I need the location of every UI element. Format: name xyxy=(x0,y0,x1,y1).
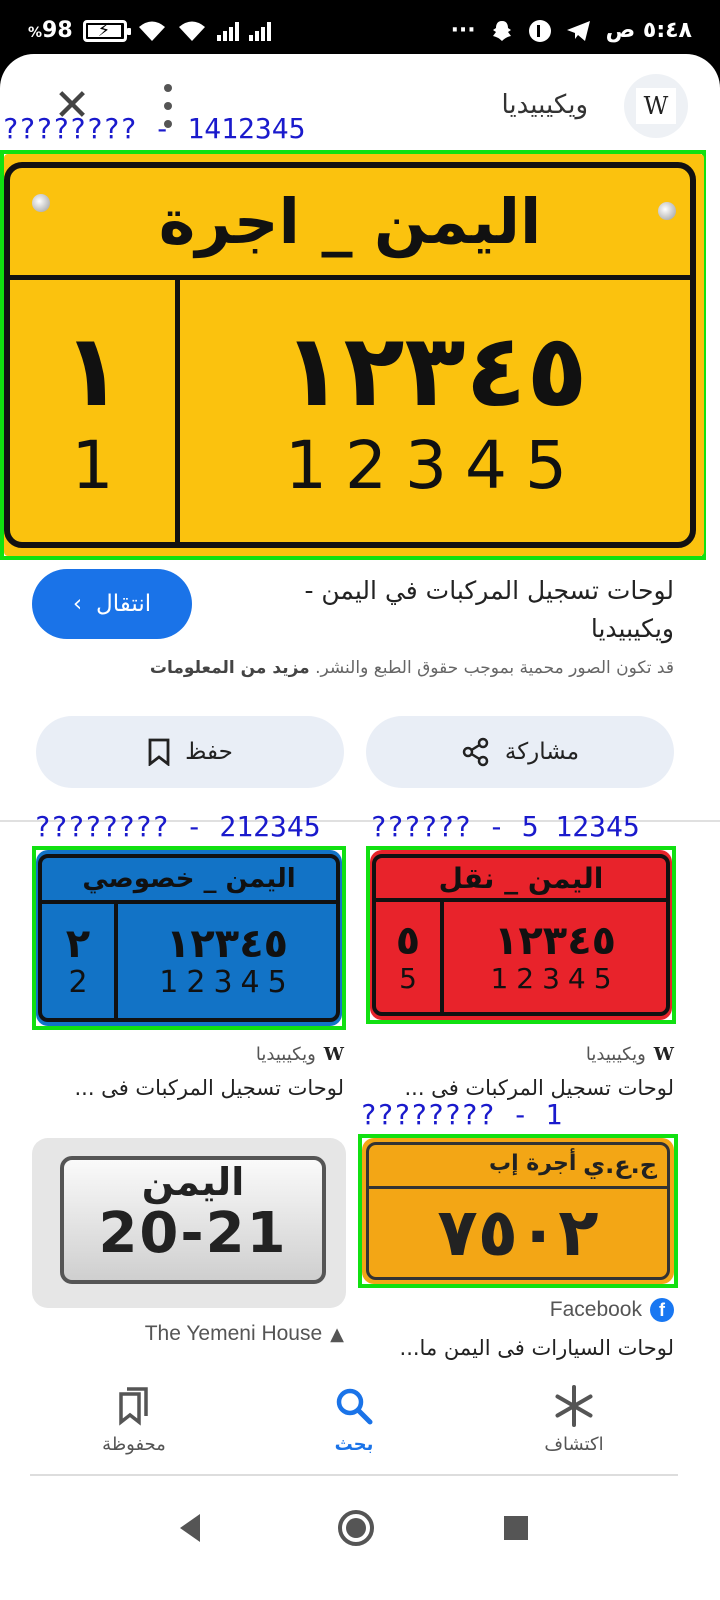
share-icon xyxy=(462,737,489,767)
saved-icon xyxy=(119,1387,148,1426)
signal-icon xyxy=(216,21,239,41)
card-source[interactable]: W ويكيبيديا xyxy=(586,1044,674,1065)
wifi-icon-2 xyxy=(178,21,205,41)
plate-top-right: ج.ع.ي xyxy=(583,1151,657,1179)
overlay-label-card4: ???????? - 1 xyxy=(360,1098,563,1131)
save-button[interactable]: حفظ xyxy=(36,716,344,788)
house-icon: ▲ xyxy=(330,1323,344,1345)
wifi-icon xyxy=(138,21,165,41)
plate-right-section: ١٢٣٤٥ 12345 xyxy=(180,280,690,542)
nav-divider xyxy=(30,1474,678,1476)
plate-left-section: ٥ 5 xyxy=(376,902,444,1012)
related-image-private-plate[interactable]: اليمن _ خصوصي ٢ 2 ١٢٣٤٥ 12345 xyxy=(36,850,342,1026)
wikipedia-icon: W xyxy=(653,1044,674,1065)
bottom-navigation: محفوظة بحث اكتشاف xyxy=(0,1364,720,1476)
chevron-left-icon: ‹ xyxy=(72,591,83,617)
image-viewer-sheet: ✕ ويكيبيديا W ???????? - 1412345 اليمن _… xyxy=(0,54,720,1600)
plate-right-section: ١٢٣٤٥ 12345 xyxy=(444,902,666,1012)
plate-right-arabic: ١٢٣٤٥ xyxy=(165,921,289,967)
card-source[interactable]: f Facebook xyxy=(550,1298,674,1322)
overlay-label-card1: ???????? - 212345 xyxy=(34,810,321,843)
plate-left-latin: 1 xyxy=(71,427,114,504)
plate-left-arabic: ٢ xyxy=(65,921,91,967)
related-image-taxi-plate[interactable]: ج.ع.ي أجرة إب ٧٥٠٢ xyxy=(362,1138,674,1284)
plate-top-text: اليمن _ خصوصي xyxy=(42,858,336,904)
facebook-icon: f xyxy=(650,1298,674,1322)
card-source[interactable]: ▲ The Yemeni House xyxy=(145,1322,344,1346)
status-right: ··· ٥:٤٨ ص xyxy=(451,18,692,43)
overlay-label-card2: ?????? - 5 12345 xyxy=(370,810,640,843)
plate-top-text: اليمن _ نقل xyxy=(376,858,666,902)
plate-screw xyxy=(32,194,50,212)
plate-top-text: اليمن xyxy=(141,1160,245,1204)
more-info-link[interactable]: مزيد من المعلومات xyxy=(150,658,310,678)
plate-right-section: ١٢٣٤٥ 12345 xyxy=(118,904,336,1018)
messenger-icon xyxy=(528,19,551,42)
related-image-transport-plate[interactable]: اليمن _ نقل ٥ 5 ١٢٣٤٥ 12345 xyxy=(370,850,672,1020)
snapchat-icon xyxy=(492,20,511,41)
result-title[interactable]: لوحات تسجيل المركبات في اليمن - ويكيبيدي… xyxy=(234,572,674,648)
share-button[interactable]: مشاركة xyxy=(366,716,674,788)
telegram-icon xyxy=(566,20,590,41)
plate-left-arabic: ٥ xyxy=(395,918,421,964)
recents-icon[interactable] xyxy=(502,1514,530,1542)
plate-screw xyxy=(658,202,676,220)
battery-icon: ⚡ xyxy=(82,19,131,42)
wikipedia-icon: W xyxy=(323,1044,344,1065)
plate-right-latin: 12345 xyxy=(285,427,585,504)
nav-discover[interactable]: اكتشاف xyxy=(504,1384,644,1455)
card-source[interactable]: W ويكيبيديا xyxy=(256,1044,344,1065)
overlay-label-main: ???????? - 1412345 xyxy=(2,112,306,145)
wikipedia-logo-icon[interactable]: W xyxy=(624,74,688,138)
plate-top-text: اليمن _ اجرة xyxy=(10,168,690,280)
system-navigation-bar xyxy=(0,1494,720,1600)
plate-left-latin: 5 xyxy=(399,962,417,995)
main-plate-image[interactable]: اليمن _ اجرة ١ 1 ١٢٣٤٥ 12345 xyxy=(4,154,704,556)
more-notifications-icon: ··· xyxy=(450,18,476,43)
card-title[interactable]: لوحات تسجيل المركبات فى ... xyxy=(74,1076,344,1100)
clock: ٥:٤٨ ص xyxy=(605,18,692,43)
signal-icon-2 xyxy=(248,21,271,41)
status-bar: %98 ⚡ ··· ٥:٤٨ ص xyxy=(0,0,720,62)
status-left: %98 ⚡ xyxy=(28,18,271,43)
battery-percent: %98 xyxy=(28,18,73,43)
site-name[interactable]: ويكيبيديا xyxy=(502,90,589,120)
back-icon[interactable] xyxy=(176,1512,204,1544)
bookmark-icon xyxy=(148,738,170,766)
plate-left-section: ١ 1 xyxy=(10,280,180,542)
silver-plate-face: اليمن 20-21 xyxy=(60,1156,326,1284)
copyright-note: قد تكون الصور محمية بموجب حقوق الطبع وال… xyxy=(149,658,674,678)
card-title[interactable]: لوحات السيارات فى اليمن ما... xyxy=(400,1336,674,1360)
plate-right-latin: 12345 xyxy=(490,962,620,995)
plate-left-latin: 2 xyxy=(68,965,88,1000)
plate-left-arabic: ١ xyxy=(61,312,124,429)
related-image-silver-plate[interactable]: اليمن 20-21 xyxy=(32,1138,346,1308)
plate-number: ٧٥٠٢ xyxy=(437,1194,599,1271)
plate-top-row: ج.ع.ي أجرة إب xyxy=(369,1145,667,1189)
plate-number: 20-21 xyxy=(98,1201,288,1266)
nav-saved[interactable]: محفوظة xyxy=(64,1384,204,1455)
plate-face: ج.ع.ي أجرة إب ٧٥٠٢ xyxy=(366,1142,670,1280)
plate-right-arabic: ١٢٣٤٥ xyxy=(493,918,617,964)
plate-right-arabic: ١٢٣٤٥ xyxy=(282,312,588,429)
visit-button[interactable]: ‹ انتقال xyxy=(32,569,192,639)
search-icon xyxy=(336,1388,373,1425)
card-title[interactable]: لوحات تسجيل المركبات فى ... xyxy=(404,1076,674,1100)
asterisk-icon xyxy=(555,1385,593,1427)
plate-top-left: أجرة إب xyxy=(489,1151,577,1176)
plate-left-section: ٢ 2 xyxy=(42,904,118,1018)
home-icon[interactable] xyxy=(336,1508,376,1548)
plate-right-latin: 12345 xyxy=(159,965,295,1000)
nav-search[interactable]: بحث xyxy=(284,1384,424,1455)
